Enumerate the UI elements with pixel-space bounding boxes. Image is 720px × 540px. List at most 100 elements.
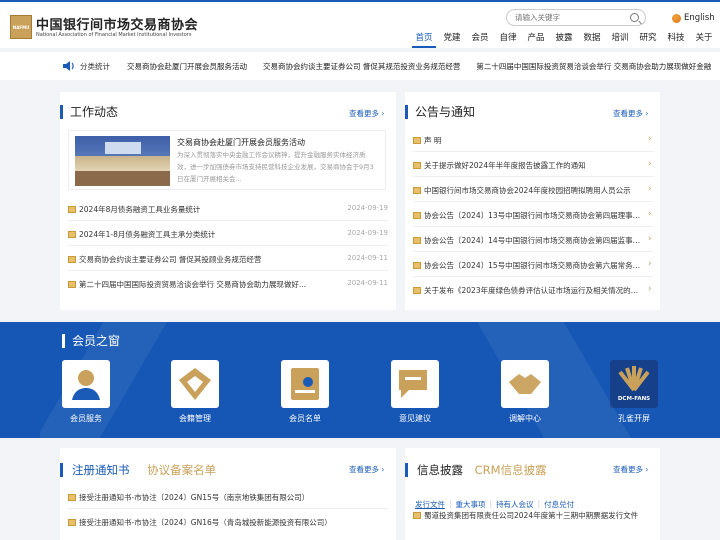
feature-desc: 为深入贯彻落实中央金融工作会议精神，提升金融服务实体经济质效，进一步加强债券市场…: [177, 151, 374, 183]
document-icon: [413, 162, 421, 169]
feedback-button[interactable]: 意见建议: [385, 360, 445, 424]
speaker-icon: [63, 61, 74, 71]
search-input[interactable]: [515, 11, 625, 24]
disclosure-more-link[interactable]: 查看更多: [613, 464, 648, 475]
language-switch[interactable]: English: [672, 13, 715, 23]
ticker-item[interactable]: 第二十四届中国国际投资贸易洽谈会举行 交易商协会助力展现做好金融: [476, 61, 711, 72]
chevron-right-icon: ›: [648, 284, 652, 294]
nav-about[interactable]: 关于: [690, 32, 718, 50]
member-list-icon: [281, 360, 329, 408]
notice-item[interactable]: 声 明: [413, 135, 643, 146]
tab-registration[interactable]: 注册通知书: [72, 463, 130, 477]
member-list-button[interactable]: 会员名单: [275, 360, 335, 424]
list-item[interactable]: 2024年8月债务融资工具业务量统计 2024-09-19: [68, 204, 388, 215]
notice-title: 公告与通知: [405, 105, 475, 119]
member-service-icon: [62, 360, 110, 408]
document-icon: [68, 494, 76, 501]
feature-card[interactable]: 交易商协会赴厦门开展会员服务活动 为深入贯彻落实中央金融工作会议精神，提升金融服…: [68, 130, 386, 190]
list-item[interactable]: 2024年1-8月债务融资工具主承分类统计 2024-09-19: [68, 229, 388, 240]
main-nav: 首页 党建 会员 自律 产品 披露 数据 培训 研究 科技 关于: [410, 32, 718, 50]
search-box: [506, 9, 646, 26]
site-header: NAFMII 中国银行间市场交易商协会 National Association…: [0, 0, 720, 48]
mediation-icon: [501, 360, 549, 408]
chevron-right-icon: ›: [648, 134, 652, 144]
list-item[interactable]: 接受注册通知书-市协注〔2024〕GN16号（青岛城投新能源投资有限公司）: [68, 517, 388, 528]
nav-party[interactable]: 党建: [438, 32, 466, 50]
document-icon: [413, 512, 421, 519]
document-icon: [413, 137, 421, 144]
tab-crm-disclosure[interactable]: CRM信息披露: [475, 463, 547, 477]
nav-data[interactable]: 数据: [578, 32, 606, 50]
ticker-items: 交易商协会赴厦门开展会员服务活动 交易商协会约谈主要证券公司 督促其规范投资业务…: [127, 61, 717, 72]
notice-item[interactable]: 协会公告〔2024〕15号中国银行间市场交易商协会第六届常务理...: [413, 260, 643, 271]
members-title: 会员之窗: [62, 334, 120, 348]
document-icon: [413, 187, 421, 194]
globe-icon: [672, 13, 681, 23]
disclosure-panel: 信息披露 CRM信息披露 查看更多 发行文件| 重大事项| 持有人会议| 付息兑…: [405, 448, 660, 540]
logo-icon[interactable]: NAFMII: [10, 15, 32, 39]
org-name-en: National Association of Financial Market…: [36, 32, 192, 38]
mediation-button[interactable]: 调解中心: [495, 360, 555, 424]
feature-title[interactable]: 交易商协会赴厦门开展会员服务活动: [177, 137, 305, 148]
work-news-title: 工作动态: [60, 105, 118, 119]
tab-disclosure[interactable]: 信息披露: [417, 463, 463, 477]
nav-tech[interactable]: 科技: [662, 32, 690, 50]
nav-training[interactable]: 培训: [606, 32, 634, 50]
list-item[interactable]: 接受注册通知书-市协注〔2024〕GN15号（南京地铁集团有限公司）: [68, 492, 388, 503]
document-icon: [413, 262, 421, 269]
members-section: 会员之窗 会员服务 会籍管理 会员名单 意见建议 调解中心 DCM-FANS 孔…: [0, 322, 720, 438]
subtab-interest-payment[interactable]: 付息兑付: [544, 499, 574, 510]
membership-management-button[interactable]: 会籍管理: [165, 360, 225, 424]
notice-item[interactable]: 中国银行间市场交易商协会2024年度校园招聘拟聘用人员公示: [413, 185, 643, 196]
member-service-button[interactable]: 会员服务: [56, 360, 116, 424]
document-icon: [413, 287, 421, 294]
chevron-right-icon: ›: [648, 159, 652, 169]
document-icon: [68, 519, 76, 526]
feedback-icon: [391, 360, 439, 408]
subtab-issuance-docs[interactable]: 发行文件: [415, 499, 445, 510]
notice-item[interactable]: 关于提示做好2024年半年度报告披露工作的通知: [413, 160, 643, 171]
org-name[interactable]: 中国银行间市场交易商协会: [36, 14, 198, 33]
ticker-item[interactable]: 交易商协会约谈主要证券公司 督促其规范投资业务规范经营: [263, 61, 460, 72]
feature-image: [75, 136, 170, 186]
dcm-fans-button[interactable]: DCM-FANS 孔雀开屏: [604, 360, 664, 424]
ticker-item[interactable]: 交易商协会赴厦门开展会员服务活动: [127, 61, 247, 72]
news-ticker: 分类统计 交易商协会赴厦门开展会员服务活动 交易商协会约谈主要证券公司 督促其规…: [0, 52, 720, 80]
notice-item[interactable]: 关于发布《2023年度绿色债券评估认证市场运行及相关情况的通...: [413, 285, 643, 296]
document-icon: [68, 281, 76, 288]
search-icon[interactable]: [630, 13, 639, 22]
notice-more-link[interactable]: 查看更多: [613, 108, 648, 119]
document-icon: [68, 231, 76, 238]
document-icon: [68, 206, 76, 213]
chevron-right-icon: ›: [648, 259, 652, 269]
document-icon: [413, 212, 421, 219]
language-label: English: [684, 13, 715, 23]
work-news-panel: 工作动态 查看更多 交易商协会赴厦门开展会员服务活动 为深入贯彻落实中央金融工作…: [60, 92, 396, 310]
notice-item[interactable]: 协会公告〔2024〕14号中国银行间市场交易商协会第四届监事会...: [413, 235, 643, 246]
list-item[interactable]: 第二十四届中国国际投资贸易洽谈会举行 交易商协会助力展现做好... 2024-09…: [68, 279, 388, 290]
nav-self-regulation[interactable]: 自律: [494, 32, 522, 50]
registration-more-link[interactable]: 查看更多: [349, 464, 384, 475]
nav-members[interactable]: 会员: [466, 32, 494, 50]
nav-products[interactable]: 产品: [522, 32, 550, 50]
subtab-holder-meeting[interactable]: 持有人会议: [496, 499, 534, 510]
document-icon: [68, 256, 76, 263]
tab-filing-list[interactable]: 协议备案名单: [147, 463, 216, 477]
ticker-label[interactable]: 分类统计: [80, 61, 110, 72]
chevron-right-icon: ›: [648, 209, 652, 219]
nav-disclosure[interactable]: 披露: [550, 32, 578, 50]
notice-item[interactable]: 协会公告〔2024〕13号中国银行间市场交易商协会第四届理事会...: [413, 210, 643, 221]
list-item[interactable]: 交易商协会约谈主要证券公司 督促其投顾业务规范经营 2024-09-11: [68, 254, 388, 265]
nav-research[interactable]: 研究: [634, 32, 662, 50]
disclosure-subtabs: 发行文件 | 重大事项 | 持有人会议 | 付息兑付: [415, 499, 575, 510]
subtab-major-events[interactable]: 重大事项: [456, 499, 486, 510]
registration-panel: 注册通知书 协议备案名单 查看更多 接受注册通知书-市协注〔2024〕GN15号…: [60, 448, 396, 540]
document-icon: [413, 237, 421, 244]
membership-management-icon: [171, 360, 219, 408]
list-item[interactable]: 蜀道投资集团有限责任公司2024年度第十三期中期票据发行文件: [413, 510, 653, 521]
chevron-right-icon: ›: [648, 234, 652, 244]
chevron-right-icon: ›: [648, 184, 652, 194]
work-more-link[interactable]: 查看更多: [349, 108, 384, 119]
dcm-fans-icon: DCM-FANS: [610, 360, 658, 408]
nav-home[interactable]: 首页: [410, 32, 438, 50]
